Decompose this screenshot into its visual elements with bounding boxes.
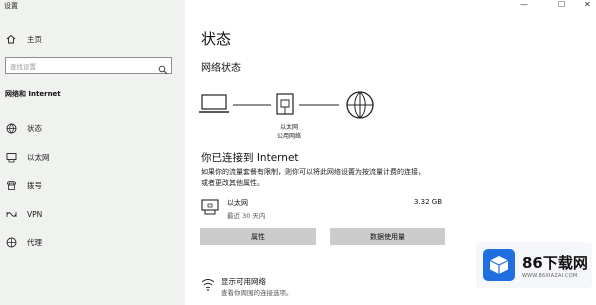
sidebar-item-label: 代理 [27, 237, 42, 247]
sidebar-item-proxy[interactable]: 代理 [5, 236, 42, 248]
sidebar-item-ethernet[interactable]: 以太网 [5, 151, 50, 163]
data-usage-button[interactable]: 数据使用量 [330, 228, 445, 245]
computer-icon [199, 94, 229, 113]
show-networks-sub: 查看你周围的连接选项。 [221, 289, 293, 297]
vpn-icon [5, 208, 17, 220]
box-logo-icon [483, 249, 515, 281]
home-icon [5, 33, 17, 45]
sidebar-item-dialup[interactable]: 拨号 [5, 179, 42, 191]
available-networks-icon [201, 277, 215, 296]
sidebar-item-label: 状态 [27, 123, 42, 133]
properties-button[interactable]: 属性 [200, 228, 316, 245]
watermark-url: WWW.86XIAZAI.COM [522, 272, 578, 279]
show-networks-link[interactable]: 显示可用网络 [221, 276, 266, 287]
proxy-globe-icon [5, 236, 17, 248]
network-status-heading: 网络状态 [201, 63, 241, 74]
adapter-data-usage: 3.32 GB [414, 198, 443, 206]
adapter-period: 最近 30 天内 [227, 212, 266, 220]
ethernet-adapter-icon [201, 199, 219, 219]
connected-description: 如果你的流量套餐有限制，则你可以将此网络设置为按流量计费的连接，或者更改其他属性… [201, 168, 425, 187]
maximize-button[interactable]: ☐ [558, 0, 565, 9]
watermark-logo: 86下载网 WWW.86XIAZAI.COM [476, 242, 592, 288]
globe-status-icon [5, 122, 17, 134]
adapter-name: 以太网 [227, 199, 248, 207]
ethernet-port-icon [276, 93, 294, 115]
close-button[interactable]: ✕ [584, 0, 591, 9]
diagram-label-public: 公用网络 [276, 133, 301, 140]
ethernet-icon [5, 151, 17, 163]
section-label: 网络和 Internet [5, 90, 61, 98]
sidebar-item-home[interactable]: 主页 [5, 33, 42, 45]
page-title: 状态 [201, 30, 232, 48]
sidebar-item-label: 以太网 [27, 152, 50, 162]
minimize-button[interactable]: — [520, 0, 528, 9]
diagram-label-ethernet: 以太网 [279, 124, 298, 131]
sidebar-item-label: 主页 [27, 34, 42, 44]
settings-window: 设置 主页 查找设置 网络和 Internet 状态 以太网 拨号 VPN 代理… [0, 0, 596, 305]
sidebar-item-label: 拨号 [27, 180, 42, 190]
search-placeholder: 查找设置 [10, 63, 36, 71]
internet-globe-icon [346, 91, 374, 119]
sidebar-item-vpn[interactable]: VPN [5, 208, 42, 220]
search-input[interactable]: 查找设置 [5, 57, 172, 75]
connected-heading: 你已连接到 Internet [201, 152, 299, 164]
sidebar-item-label: VPN [27, 209, 43, 219]
window-title: 设置 [4, 2, 18, 10]
sidebar-item-status[interactable]: 状态 [5, 122, 42, 134]
dialup-icon [5, 179, 17, 191]
sidebar: 设置 主页 查找设置 网络和 Internet 状态 以太网 拨号 VPN 代理 [0, 0, 185, 305]
search-icon[interactable] [158, 60, 168, 79]
watermark-brand: 86下载网 [522, 253, 588, 272]
